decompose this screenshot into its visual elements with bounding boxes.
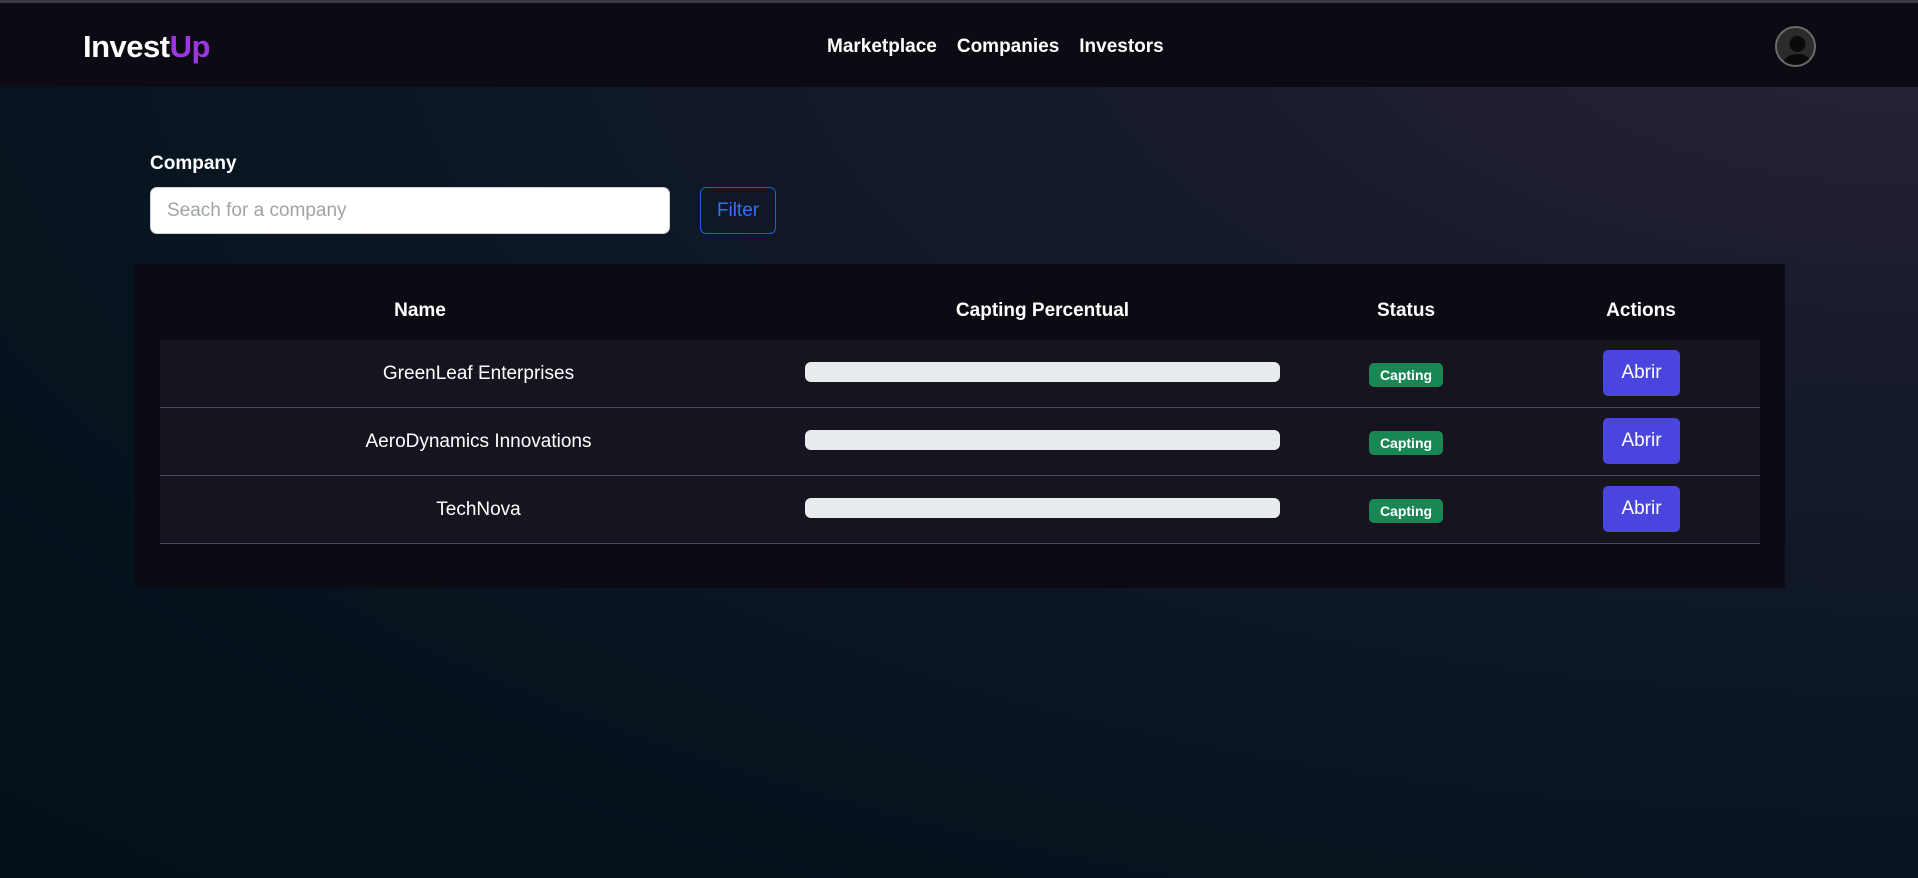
company-filter-label: Company	[150, 153, 237, 174]
navbar: InvestUp Marketplace Companies Investors	[0, 3, 1918, 87]
table-row: GreenLeaf Enterprises Capting Abrir	[160, 340, 1760, 408]
column-header-actions: Actions	[1606, 300, 1676, 321]
user-silhouette-icon	[1781, 36, 1814, 65]
table-header: Name Capting Percentual Status Actions	[160, 300, 1760, 340]
brand-name-part1: Invest	[83, 29, 170, 64]
status-badge: Capting	[1369, 363, 1443, 387]
open-company-button[interactable]: Abrir	[1603, 486, 1680, 532]
table-row: AeroDynamics Innovations Capting Abrir	[160, 408, 1760, 476]
brand-name-part2: Up	[169, 29, 211, 64]
nav-link-marketplace[interactable]: Marketplace	[827, 36, 937, 58]
companies-table: Name Capting Percentual Status Actions G…	[135, 264, 1785, 588]
column-header-status: Status	[1376, 300, 1436, 321]
status-badge: Capting	[1369, 499, 1443, 523]
filter-button[interactable]: Filter	[700, 187, 776, 234]
column-header-name: Name	[394, 300, 446, 321]
nav-link-companies[interactable]: Companies	[957, 36, 1059, 58]
column-header-capting-percentual: Capting Percentual	[955, 300, 1130, 321]
company-name: GreenLeaf Enterprises	[382, 362, 575, 384]
brand-logo[interactable]: InvestUp	[83, 29, 210, 65]
company-name: AeroDynamics Innovations	[365, 430, 592, 452]
status-badge: Capting	[1369, 431, 1443, 455]
main-nav: Marketplace Companies Investors	[827, 36, 1164, 58]
company-name: TechNova	[436, 498, 521, 520]
user-avatar-icon[interactable]	[1775, 26, 1816, 67]
company-search-input[interactable]	[150, 187, 670, 234]
open-company-button[interactable]: Abrir	[1603, 350, 1680, 396]
capting-progress-bar	[805, 498, 1280, 518]
capting-progress-bar	[805, 362, 1280, 382]
open-company-button[interactable]: Abrir	[1603, 418, 1680, 464]
table-row: TechNova Capting Abrir	[160, 476, 1760, 544]
nav-link-investors[interactable]: Investors	[1079, 36, 1163, 58]
capting-progress-bar	[805, 430, 1280, 450]
